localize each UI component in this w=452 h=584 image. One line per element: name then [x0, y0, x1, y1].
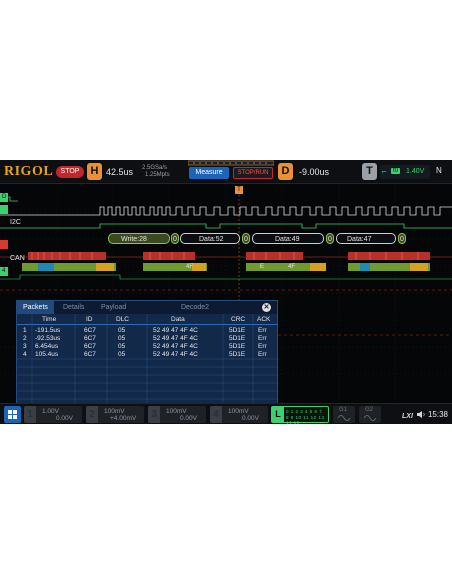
- lxi-icon: LXI: [402, 413, 414, 419]
- table-column-dividers: [17, 314, 279, 417]
- speaker-icon[interactable]: [416, 410, 426, 419]
- i2c-channel-label: I2C: [10, 219, 21, 226]
- channel-2-offset: +4.00mV: [110, 415, 137, 422]
- i2c-ack-0[interactable]: 0: [171, 233, 179, 244]
- horizontal-button[interactable]: H: [87, 163, 102, 180]
- channel-3-scale: 100mV: [166, 408, 187, 415]
- channel-1-box[interactable]: 1 1.00V 0.00V: [24, 406, 82, 423]
- channel-red-tag[interactable]: [0, 240, 8, 249]
- i2c-data-frame-3[interactable]: Data:47: [336, 233, 396, 244]
- generator-2-button[interactable]: G2: [359, 406, 381, 423]
- channel-2-scale: 100mV: [104, 408, 125, 415]
- i2c-write-frame[interactable]: Write:28: [108, 233, 170, 244]
- run-state-badge[interactable]: STOP: [56, 166, 84, 178]
- channel-4-box[interactable]: 4 100mV 0.00V: [210, 406, 268, 423]
- bottom-channel-bar: 1 1.00V 0.00V 2 100mV +4.00mV 3 100mV 0.…: [0, 403, 452, 424]
- channel-2-number: 2: [86, 406, 98, 423]
- i2c-data-label-3: Data:47: [347, 236, 372, 243]
- channel-1-offset: 0.00V: [56, 415, 73, 422]
- channel-4-offset: 0.00V: [242, 415, 259, 422]
- channel-3-number: 3: [148, 406, 160, 423]
- la-channels-low: 0 1 2 3 4 5 6 7: [286, 409, 323, 414]
- channel-1-number: 1: [24, 406, 36, 423]
- sine-wave-icon: [363, 415, 377, 421]
- channel-3-offset: 0.00V: [180, 415, 197, 422]
- brand-logo: RIGOL: [4, 164, 54, 179]
- top-status-bar: RIGOL STOP H 42.5us 2.5GSa/s 1.25Mpts Me…: [0, 160, 452, 184]
- waveform-overview: [188, 160, 274, 166]
- stop-run-button[interactable]: STOP/RUN: [233, 167, 273, 179]
- channel-d-tag[interactable]: D: [0, 193, 8, 202]
- oscilloscope-screen: RIGOL STOP H 42.5us 2.5GSa/s 1.25Mpts Me…: [0, 160, 452, 424]
- measure-button[interactable]: Measure: [189, 167, 229, 179]
- i2c-ack-3[interactable]: 0: [398, 233, 406, 244]
- can-channel-label: CAN: [10, 255, 25, 262]
- la-channels-high: 8 9 10 11 12 13 14 15: [286, 415, 325, 424]
- can-fragment-1: 4F: [186, 264, 194, 270]
- delay-button[interactable]: D: [278, 163, 293, 180]
- system-clock: 15:38: [427, 410, 448, 419]
- trigger-edge-icon: ⌐: [382, 167, 387, 176]
- timebase-value[interactable]: 42.5us: [106, 167, 133, 177]
- sample-rate: 2.5GSa/s: [142, 165, 168, 171]
- channel-4-tag[interactable]: 4: [0, 267, 8, 276]
- waveform-area[interactable]: D I2C CAN 4 T Write:28 0 Data:52 0 Data:…: [0, 185, 452, 417]
- trigger-settings[interactable]: ⌐ f0 1.40V: [380, 165, 430, 179]
- i2c-data-frame-2[interactable]: Data:49: [252, 233, 324, 244]
- logic-analyzer-box[interactable]: L 0 1 2 3 4 5 6 7 8 9 10 11 12 13 14 15: [271, 406, 329, 424]
- svg-text:LXI: LXI: [402, 413, 414, 419]
- delay-value[interactable]: -9.00us: [299, 167, 329, 177]
- grid-menu-icon: [8, 410, 17, 419]
- memory-depth: 1.25Mpts: [145, 172, 170, 178]
- can-fragment-2: 4F: [288, 264, 296, 270]
- i2c-data-label-1: Data:52: [199, 236, 224, 243]
- channel-4-number: 4: [210, 406, 222, 423]
- channel-3-box[interactable]: 3 100mV 0.00V: [148, 406, 206, 423]
- generator-1-button[interactable]: G1: [333, 406, 355, 423]
- sine-wave-icon: [337, 415, 351, 421]
- i2c-data-frame-1[interactable]: Data:52: [180, 233, 240, 244]
- channel-2-box[interactable]: 2 100mV +4.00mV: [86, 406, 144, 423]
- channel-d-tag-2[interactable]: [0, 205, 8, 214]
- trigger-mode[interactable]: N: [436, 166, 442, 175]
- can-fragment-3: E: [260, 264, 265, 270]
- channel-4-scale: 100mV: [228, 408, 249, 415]
- main-menu-button[interactable]: [4, 406, 21, 423]
- trigger-source-badge: f0: [391, 168, 401, 174]
- packet-table-panel: Packets Details Payload Decode2 ✕ Time I…: [16, 300, 279, 417]
- trigger-position-marker[interactable]: T: [235, 186, 243, 194]
- i2c-write-label: Write:28: [121, 236, 147, 243]
- trigger-button[interactable]: T: [362, 163, 377, 180]
- channel-1-scale: 1.00V: [42, 408, 59, 415]
- trigger-level: 1.40V: [406, 168, 425, 175]
- i2c-ack-2[interactable]: 0: [326, 233, 334, 244]
- logic-analyzer-label: L: [272, 407, 284, 422]
- i2c-ack-1[interactable]: 0: [242, 233, 250, 244]
- i2c-data-label-2: Data:49: [275, 236, 300, 243]
